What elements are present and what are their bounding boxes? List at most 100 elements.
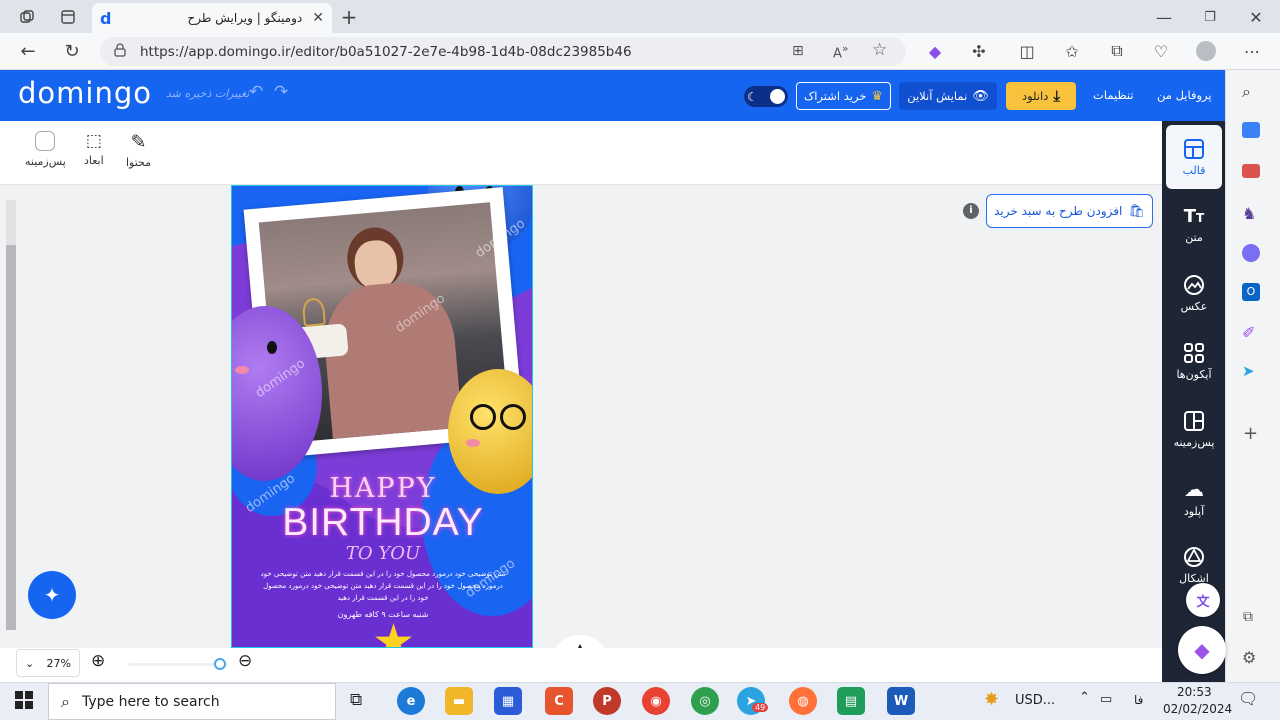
url-field[interactable]: https://app.domingo.ir/editor/b0a51027-2… xyxy=(100,37,906,66)
profile-avatar[interactable] xyxy=(1196,41,1216,61)
add-to-cart-button[interactable]: 🛍 افزودن طرح به سبد خرید xyxy=(986,194,1153,228)
add-sidebar-icon[interactable]: + xyxy=(1243,423,1258,444)
battery-icon[interactable]: ▭ xyxy=(1100,692,1112,707)
clock-date[interactable]: 02/02/2024 xyxy=(1163,702,1232,716)
info-icon[interactable]: i xyxy=(963,203,979,219)
vertical-scrollbar[interactable] xyxy=(6,200,16,630)
edge-taskbar-icon[interactable]: e xyxy=(397,687,425,715)
globe-app-icon[interactable]: ◎ xyxy=(691,687,719,715)
tools-icon[interactable] xyxy=(1242,164,1260,178)
preview-button[interactable]: 👁 نمایش آنلاین xyxy=(899,82,997,110)
logo[interactable]: domingo xyxy=(18,76,152,110)
to-you-heading[interactable]: TO YOU xyxy=(232,543,532,564)
rail-item-upload[interactable]: ☁ آپلود xyxy=(1166,465,1222,529)
zoom-select[interactable]: ⌄ 27% xyxy=(16,649,80,677)
close-tab-icon[interactable]: ✕ xyxy=(312,10,324,26)
workspaces-icon[interactable] xyxy=(13,3,41,31)
zoom-slider[interactable] xyxy=(128,658,228,670)
subscribe-button[interactable]: ♛ خرید اشتراک xyxy=(796,82,891,110)
resize-icon: ⬚ xyxy=(85,131,102,151)
translate-bubble-icon[interactable]: 文 xyxy=(1186,583,1220,617)
app-header: domingo تغییرات ذخیره شد ↶ ↷ ☾ ♛ خرید اش… xyxy=(0,70,1225,121)
file-explorer-icon[interactable]: ▬ xyxy=(445,687,473,715)
settings-link[interactable]: تنظیمات xyxy=(1093,88,1134,102)
weather-icon[interactable]: ✸ xyxy=(984,689,999,710)
language-indicator[interactable]: فا xyxy=(1134,693,1143,707)
minimize-icon[interactable]: — xyxy=(1150,3,1178,31)
search-icon[interactable]: ⌕ xyxy=(1242,82,1251,102)
design-artboard[interactable]: HAPPY BIRTHDAY TO YOU متن توضیحی خود درم… xyxy=(231,185,533,648)
taskbar-search-box[interactable]: ⌕ Type here to search xyxy=(48,683,336,720)
restore-icon[interactable]: ❐ xyxy=(1196,3,1224,31)
download-button[interactable]: ⤓ دانلود xyxy=(1006,82,1076,110)
copilot-icon[interactable]: ◆ xyxy=(921,37,949,65)
app-p-icon[interactable]: P xyxy=(593,687,621,715)
designer-icon[interactable]: ✐ xyxy=(1242,323,1255,342)
rail-item-template[interactable]: قالب xyxy=(1166,125,1222,189)
outlook-icon[interactable]: O xyxy=(1242,283,1260,301)
word-icon[interactable]: W xyxy=(887,687,915,715)
undo-icon[interactable]: ↶ xyxy=(249,82,263,102)
performance-icon[interactable]: ♡ xyxy=(1147,37,1175,65)
window-close-icon[interactable]: ✕ xyxy=(1242,3,1270,31)
favorites-icon[interactable]: ✩ xyxy=(1058,37,1086,65)
background-tool[interactable]: پس‌زمینه xyxy=(25,131,66,168)
open-external-icon[interactable]: ⧉ xyxy=(1243,609,1253,625)
rail-label: آیکون‌ها xyxy=(1176,367,1212,381)
firefox-icon[interactable]: ◍ xyxy=(789,687,817,715)
rail-label: آپلود xyxy=(1183,504,1205,518)
currency-widget[interactable]: USD... xyxy=(1015,693,1055,708)
task-view-icon[interactable]: ⧉ xyxy=(350,690,362,710)
back-icon[interactable]: ← xyxy=(14,37,42,65)
rail-item-text[interactable]: TT متن xyxy=(1166,193,1222,257)
birthday-heading[interactable]: BIRTHDAY xyxy=(232,501,532,545)
microsoft365-icon[interactable] xyxy=(1242,244,1260,262)
theme-toggle[interactable]: ☾ xyxy=(744,86,788,107)
rail-item-image[interactable]: عکس xyxy=(1166,261,1222,325)
split-screen-icon[interactable]: ◫ xyxy=(1013,37,1041,65)
tray-chevron-icon[interactable]: ⌃ xyxy=(1079,690,1090,705)
shopping-icon[interactable] xyxy=(1242,122,1260,138)
refresh-icon[interactable]: ↻ xyxy=(58,37,86,65)
sidebar-settings-icon[interactable]: ⚙ xyxy=(1242,648,1256,667)
copilot-bubble-icon[interactable]: ◆ xyxy=(1178,626,1226,674)
notification-icon[interactable]: 🗨 xyxy=(1238,689,1258,708)
collections-icon[interactable]: ⧉ xyxy=(1103,37,1131,65)
scrollbar-thumb[interactable] xyxy=(6,245,16,630)
games-icon[interactable]: ♞ xyxy=(1242,204,1256,223)
browser-tab[interactable]: d دومینگو | ویرایش طرح ✕ xyxy=(92,3,332,33)
zoom-out-icon[interactable]: ⊖ xyxy=(238,651,252,671)
spreadsheet-icon[interactable]: ▤ xyxy=(837,687,865,715)
favorite-star-icon[interactable]: ☆ xyxy=(872,40,887,60)
telegram-badge: 49 xyxy=(752,703,769,712)
zoom-in-icon[interactable]: ⊕ xyxy=(91,651,105,671)
editor-toolbar: ✎ محتوا ⬚ ابعاد پس‌زمینه xyxy=(0,121,1162,185)
store-icon[interactable]: ▦ xyxy=(494,687,522,715)
chrome-icon[interactable]: ◉ xyxy=(642,687,670,715)
background-swatch-icon xyxy=(35,131,56,151)
app-c-icon[interactable]: C xyxy=(545,687,573,715)
vertical-tabs-icon[interactable] xyxy=(54,3,82,31)
template-icon xyxy=(1184,138,1204,159)
telegram-side-icon[interactable]: ➤ xyxy=(1242,362,1255,380)
description-line-1[interactable]: متن توضیحی خود درمورد محصول خود را در ای… xyxy=(252,570,514,578)
start-windows-icon[interactable] xyxy=(14,690,34,713)
magic-wand-button[interactable]: ✦ xyxy=(28,571,76,619)
read-aloud-icon[interactable]: A» xyxy=(833,42,849,61)
clock-time[interactable]: 20:53 xyxy=(1177,685,1212,699)
extensions-icon[interactable]: ✣ xyxy=(965,37,993,65)
zoom-slider-thumb[interactable] xyxy=(214,658,226,670)
content-tool[interactable]: ✎ محتوا xyxy=(126,131,151,169)
text-icon: TT xyxy=(1183,206,1205,227)
profile-link[interactable]: پروفایل من xyxy=(1157,88,1212,102)
app-grid-icon[interactable]: ⊞ xyxy=(792,43,804,59)
content-label: محتوا xyxy=(126,156,152,169)
redo-icon[interactable]: ↷ xyxy=(274,82,288,102)
rail-item-icons[interactable]: آیکون‌ها xyxy=(1166,329,1222,393)
crown-icon: ♛ xyxy=(871,88,884,104)
more-menu-icon[interactable]: ⋯ xyxy=(1238,37,1266,65)
new-tab-icon[interactable]: + xyxy=(335,3,363,31)
dimensions-tool[interactable]: ⬚ ابعاد xyxy=(84,131,104,167)
shapes-icon xyxy=(1184,546,1204,567)
rail-item-background[interactable]: پس‌زمینه xyxy=(1166,397,1222,461)
